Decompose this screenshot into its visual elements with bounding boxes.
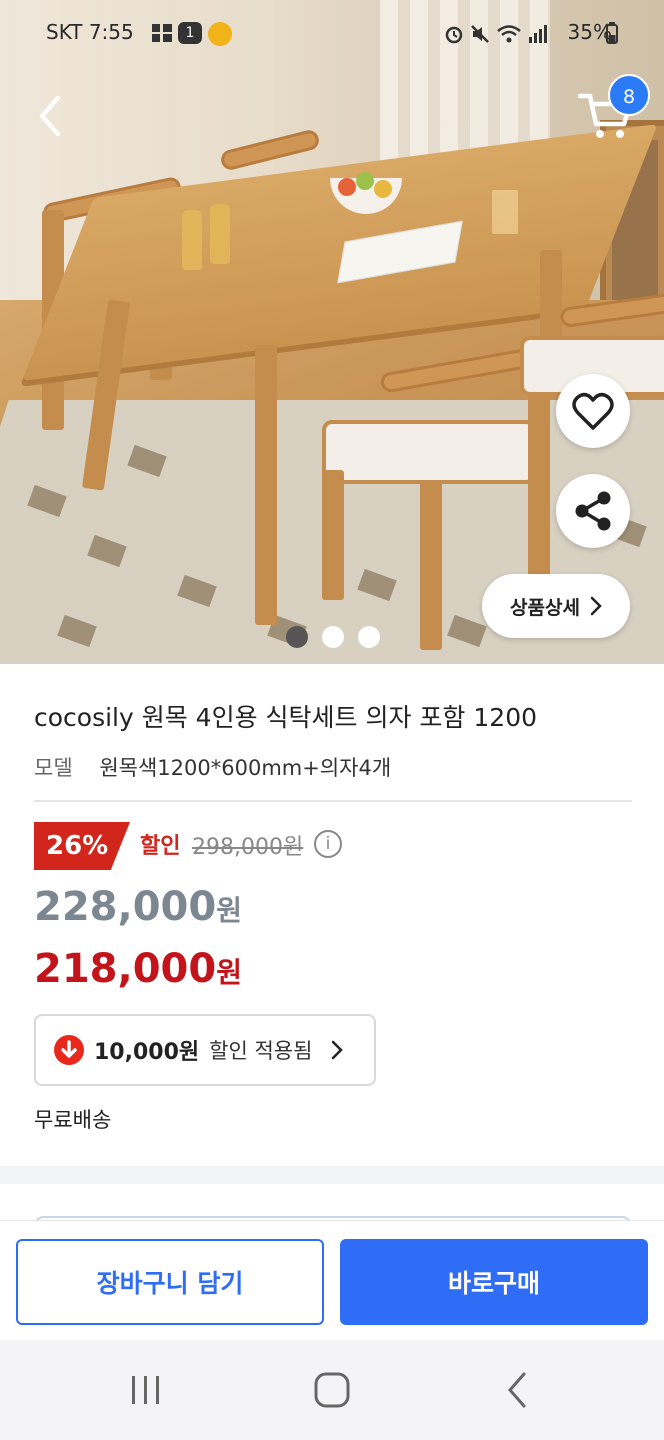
app-notification-icon (208, 22, 232, 46)
home-icon[interactable] (312, 1370, 352, 1410)
fruit (338, 178, 356, 196)
discount-percent-badge: 26% (34, 822, 130, 870)
chair-leg (420, 480, 442, 650)
coupon-applied-box[interactable]: 10,000원 할인 적용됨 (34, 1014, 376, 1086)
arrow-down-icon (54, 1035, 84, 1065)
final-price-unit: 원 (216, 956, 242, 989)
battery-icon (606, 22, 618, 44)
discount-label: 할인 (140, 834, 181, 859)
notification-count-badge: 1 (178, 22, 202, 44)
chevron-right-icon (590, 596, 602, 616)
product-detail-button[interactable]: 상품상세 (482, 574, 630, 638)
product-title: cocosily 원목 4인용 식탁세트 의자 포함 1200 (34, 703, 538, 732)
product-detail-screen: SKT 7:55 1 35% 8 상품상세 cocosily 원목 4인용 식탁… (0, 0, 664, 1440)
cart-count-badge: 8 (608, 74, 650, 116)
sale-price-unit: 원 (216, 894, 242, 927)
signal-icon (529, 25, 547, 43)
original-price: 298,000원 (192, 835, 304, 860)
sale-price-value: 228,000 (34, 884, 217, 930)
price-info-icon[interactable]: i (314, 830, 342, 858)
fruit (356, 172, 374, 190)
coupon-text: 할인 적용됨 (209, 1039, 313, 1063)
chair-leg (322, 470, 344, 600)
pager-dot[interactable] (358, 626, 380, 648)
section-gap (0, 1166, 664, 1184)
status-bar: SKT 7:55 1 35% (0, 0, 664, 66)
chair-seat (322, 420, 536, 484)
product-image[interactable] (0, 0, 664, 664)
recent-apps-icon[interactable] (126, 1370, 166, 1410)
coupon-amount: 10,000원 (94, 1040, 200, 1065)
final-price-value: 218,000 (34, 946, 217, 992)
product-info: cocosily 원목 4인용 식탁세트 의자 포함 1200 모델 원목색12… (0, 664, 664, 1164)
image-pager (286, 626, 380, 648)
buy-now-button[interactable]: 바로구매 (340, 1239, 648, 1325)
status-carrier-time: SKT 7:55 (46, 20, 134, 44)
model-row[interactable]: 모델 원목색1200*600mm+의자4개 (34, 752, 391, 782)
fruit (374, 180, 392, 198)
sale-price: 228,000원 (34, 884, 242, 930)
drinking-glass (492, 190, 518, 234)
gallery-icon (152, 24, 172, 42)
pager-dot[interactable] (322, 626, 344, 648)
share-button[interactable] (556, 474, 630, 548)
heart-icon (572, 392, 614, 430)
model-label: 모델 (34, 756, 73, 780)
bottom-action-bar: 장바구니 담기 바로구매 (0, 1220, 664, 1340)
model-value: 원목색1200*600mm+의자4개 (99, 756, 392, 780)
wishlist-button[interactable] (556, 374, 630, 448)
back-nav-icon[interactable] (498, 1370, 538, 1410)
table-leg (255, 345, 277, 625)
alarm-icon (445, 26, 463, 44)
bottle (210, 204, 230, 264)
mute-icon (471, 25, 489, 43)
pager-dot-active[interactable] (286, 626, 308, 648)
chevron-right-icon (332, 1040, 344, 1060)
share-icon (575, 491, 611, 531)
wifi-icon (497, 25, 521, 43)
shipping-info: 무료배송 (34, 1108, 112, 1132)
bottle (182, 210, 202, 270)
final-price: 218,000원 (34, 946, 242, 992)
back-icon[interactable] (28, 92, 76, 140)
divider (34, 800, 632, 802)
add-to-cart-button[interactable]: 장바구니 담기 (16, 1239, 324, 1325)
product-detail-label: 상품상세 (510, 596, 580, 619)
system-navigation-bar (0, 1340, 664, 1440)
